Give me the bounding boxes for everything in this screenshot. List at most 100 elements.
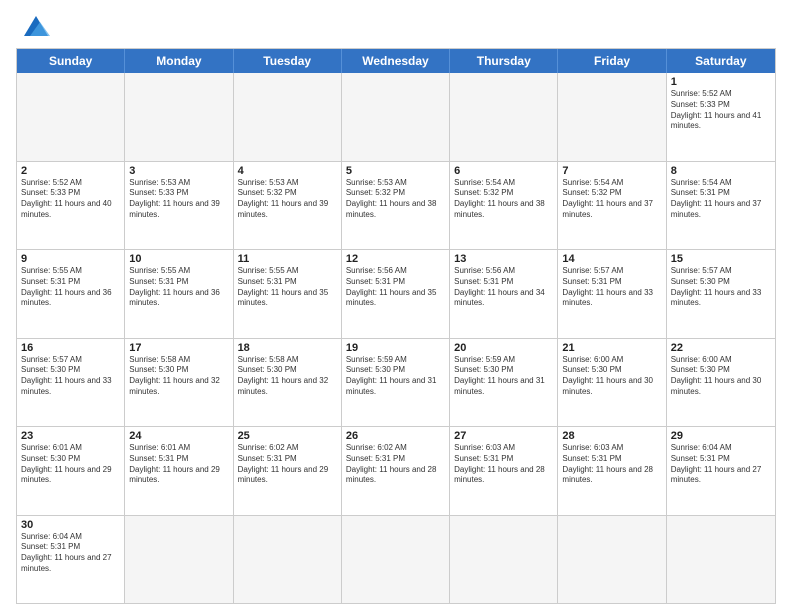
day-number: 19 xyxy=(346,342,445,354)
calendar-cell xyxy=(234,516,342,604)
day-number: 9 xyxy=(21,253,120,265)
calendar-body: 1Sunrise: 5:52 AM Sunset: 5:33 PM Daylig… xyxy=(17,73,775,603)
calendar-cell: 16Sunrise: 5:57 AM Sunset: 5:30 PM Dayli… xyxy=(17,339,125,427)
day-info: Sunrise: 5:54 AM Sunset: 5:32 PM Dayligh… xyxy=(454,178,553,221)
calendar-cell: 24Sunrise: 6:01 AM Sunset: 5:31 PM Dayli… xyxy=(125,427,233,515)
day-number: 12 xyxy=(346,253,445,265)
calendar-cell: 21Sunrise: 6:00 AM Sunset: 5:30 PM Dayli… xyxy=(558,339,666,427)
calendar-row-0: 1Sunrise: 5:52 AM Sunset: 5:33 PM Daylig… xyxy=(17,73,775,161)
calendar-cell: 3Sunrise: 5:53 AM Sunset: 5:33 PM Daylig… xyxy=(125,162,233,250)
calendar-cell xyxy=(342,73,450,161)
logo xyxy=(16,12,52,40)
day-header-wednesday: Wednesday xyxy=(342,49,450,73)
day-header-tuesday: Tuesday xyxy=(234,49,342,73)
calendar-cell: 8Sunrise: 5:54 AM Sunset: 5:31 PM Daylig… xyxy=(667,162,775,250)
calendar-cell: 5Sunrise: 5:53 AM Sunset: 5:32 PM Daylig… xyxy=(342,162,450,250)
day-header-sunday: Sunday xyxy=(17,49,125,73)
day-number: 23 xyxy=(21,430,120,442)
header xyxy=(16,12,776,40)
calendar-cell: 22Sunrise: 6:00 AM Sunset: 5:30 PM Dayli… xyxy=(667,339,775,427)
calendar-cell: 19Sunrise: 5:59 AM Sunset: 5:30 PM Dayli… xyxy=(342,339,450,427)
day-header-monday: Monday xyxy=(125,49,233,73)
calendar-cell: 4Sunrise: 5:53 AM Sunset: 5:32 PM Daylig… xyxy=(234,162,342,250)
day-number: 3 xyxy=(129,165,228,177)
calendar-cell xyxy=(450,73,558,161)
calendar-cell: 27Sunrise: 6:03 AM Sunset: 5:31 PM Dayli… xyxy=(450,427,558,515)
day-info: Sunrise: 6:02 AM Sunset: 5:31 PM Dayligh… xyxy=(238,443,337,486)
day-info: Sunrise: 6:00 AM Sunset: 5:30 PM Dayligh… xyxy=(671,355,771,398)
day-info: Sunrise: 5:56 AM Sunset: 5:31 PM Dayligh… xyxy=(346,266,445,309)
calendar-cell: 11Sunrise: 5:55 AM Sunset: 5:31 PM Dayli… xyxy=(234,250,342,338)
day-info: Sunrise: 6:01 AM Sunset: 5:31 PM Dayligh… xyxy=(129,443,228,486)
day-info: Sunrise: 5:59 AM Sunset: 5:30 PM Dayligh… xyxy=(346,355,445,398)
day-info: Sunrise: 5:54 AM Sunset: 5:32 PM Dayligh… xyxy=(562,178,661,221)
calendar-cell: 23Sunrise: 6:01 AM Sunset: 5:30 PM Dayli… xyxy=(17,427,125,515)
calendar-cell: 7Sunrise: 5:54 AM Sunset: 5:32 PM Daylig… xyxy=(558,162,666,250)
day-number: 2 xyxy=(21,165,120,177)
day-info: Sunrise: 6:03 AM Sunset: 5:31 PM Dayligh… xyxy=(562,443,661,486)
calendar-cell xyxy=(667,516,775,604)
day-header-thursday: Thursday xyxy=(450,49,558,73)
day-number: 26 xyxy=(346,430,445,442)
calendar-cell xyxy=(342,516,450,604)
day-info: Sunrise: 5:53 AM Sunset: 5:32 PM Dayligh… xyxy=(238,178,337,221)
day-info: Sunrise: 5:58 AM Sunset: 5:30 PM Dayligh… xyxy=(129,355,228,398)
day-info: Sunrise: 5:57 AM Sunset: 5:30 PM Dayligh… xyxy=(671,266,771,309)
day-info: Sunrise: 5:55 AM Sunset: 5:31 PM Dayligh… xyxy=(21,266,120,309)
calendar-cell: 25Sunrise: 6:02 AM Sunset: 5:31 PM Dayli… xyxy=(234,427,342,515)
calendar-cell xyxy=(558,516,666,604)
calendar-cell: 1Sunrise: 5:52 AM Sunset: 5:33 PM Daylig… xyxy=(667,73,775,161)
calendar-row-3: 16Sunrise: 5:57 AM Sunset: 5:30 PM Dayli… xyxy=(17,338,775,427)
calendar-cell xyxy=(558,73,666,161)
calendar-cell: 28Sunrise: 6:03 AM Sunset: 5:31 PM Dayli… xyxy=(558,427,666,515)
calendar-row-2: 9Sunrise: 5:55 AM Sunset: 5:31 PM Daylig… xyxy=(17,249,775,338)
day-number: 24 xyxy=(129,430,228,442)
day-info: Sunrise: 5:52 AM Sunset: 5:33 PM Dayligh… xyxy=(21,178,120,221)
calendar: SundayMondayTuesdayWednesdayThursdayFrid… xyxy=(16,48,776,604)
calendar-row-1: 2Sunrise: 5:52 AM Sunset: 5:33 PM Daylig… xyxy=(17,161,775,250)
day-number: 6 xyxy=(454,165,553,177)
day-info: Sunrise: 6:01 AM Sunset: 5:30 PM Dayligh… xyxy=(21,443,120,486)
calendar-cell: 10Sunrise: 5:55 AM Sunset: 5:31 PM Dayli… xyxy=(125,250,233,338)
day-number: 22 xyxy=(671,342,771,354)
day-info: Sunrise: 6:02 AM Sunset: 5:31 PM Dayligh… xyxy=(346,443,445,486)
calendar-row-4: 23Sunrise: 6:01 AM Sunset: 5:30 PM Dayli… xyxy=(17,426,775,515)
day-info: Sunrise: 6:04 AM Sunset: 5:31 PM Dayligh… xyxy=(671,443,771,486)
calendar-cell: 6Sunrise: 5:54 AM Sunset: 5:32 PM Daylig… xyxy=(450,162,558,250)
day-number: 30 xyxy=(21,519,120,531)
calendar-cell xyxy=(125,73,233,161)
calendar-cell: 17Sunrise: 5:58 AM Sunset: 5:30 PM Dayli… xyxy=(125,339,233,427)
day-number: 4 xyxy=(238,165,337,177)
day-number: 8 xyxy=(671,165,771,177)
day-info: Sunrise: 5:55 AM Sunset: 5:31 PM Dayligh… xyxy=(238,266,337,309)
day-number: 1 xyxy=(671,76,771,88)
day-header-friday: Friday xyxy=(558,49,666,73)
calendar-cell xyxy=(125,516,233,604)
day-info: Sunrise: 5:53 AM Sunset: 5:32 PM Dayligh… xyxy=(346,178,445,221)
day-number: 29 xyxy=(671,430,771,442)
day-number: 16 xyxy=(21,342,120,354)
calendar-cell xyxy=(234,73,342,161)
calendar-cell: 18Sunrise: 5:58 AM Sunset: 5:30 PM Dayli… xyxy=(234,339,342,427)
day-number: 10 xyxy=(129,253,228,265)
calendar-cell: 13Sunrise: 5:56 AM Sunset: 5:31 PM Dayli… xyxy=(450,250,558,338)
day-info: Sunrise: 6:03 AM Sunset: 5:31 PM Dayligh… xyxy=(454,443,553,486)
day-info: Sunrise: 5:58 AM Sunset: 5:30 PM Dayligh… xyxy=(238,355,337,398)
calendar-cell: 9Sunrise: 5:55 AM Sunset: 5:31 PM Daylig… xyxy=(17,250,125,338)
page: SundayMondayTuesdayWednesdayThursdayFrid… xyxy=(0,0,792,612)
day-number: 21 xyxy=(562,342,661,354)
day-info: Sunrise: 5:54 AM Sunset: 5:31 PM Dayligh… xyxy=(671,178,771,221)
day-number: 25 xyxy=(238,430,337,442)
calendar-cell: 29Sunrise: 6:04 AM Sunset: 5:31 PM Dayli… xyxy=(667,427,775,515)
calendar-cell: 26Sunrise: 6:02 AM Sunset: 5:31 PM Dayli… xyxy=(342,427,450,515)
day-number: 15 xyxy=(671,253,771,265)
day-number: 7 xyxy=(562,165,661,177)
day-number: 28 xyxy=(562,430,661,442)
day-info: Sunrise: 5:57 AM Sunset: 5:31 PM Dayligh… xyxy=(562,266,661,309)
calendar-cell: 20Sunrise: 5:59 AM Sunset: 5:30 PM Dayli… xyxy=(450,339,558,427)
day-info: Sunrise: 6:04 AM Sunset: 5:31 PM Dayligh… xyxy=(21,532,120,575)
day-number: 27 xyxy=(454,430,553,442)
day-number: 13 xyxy=(454,253,553,265)
day-info: Sunrise: 5:52 AM Sunset: 5:33 PM Dayligh… xyxy=(671,89,771,132)
day-number: 20 xyxy=(454,342,553,354)
